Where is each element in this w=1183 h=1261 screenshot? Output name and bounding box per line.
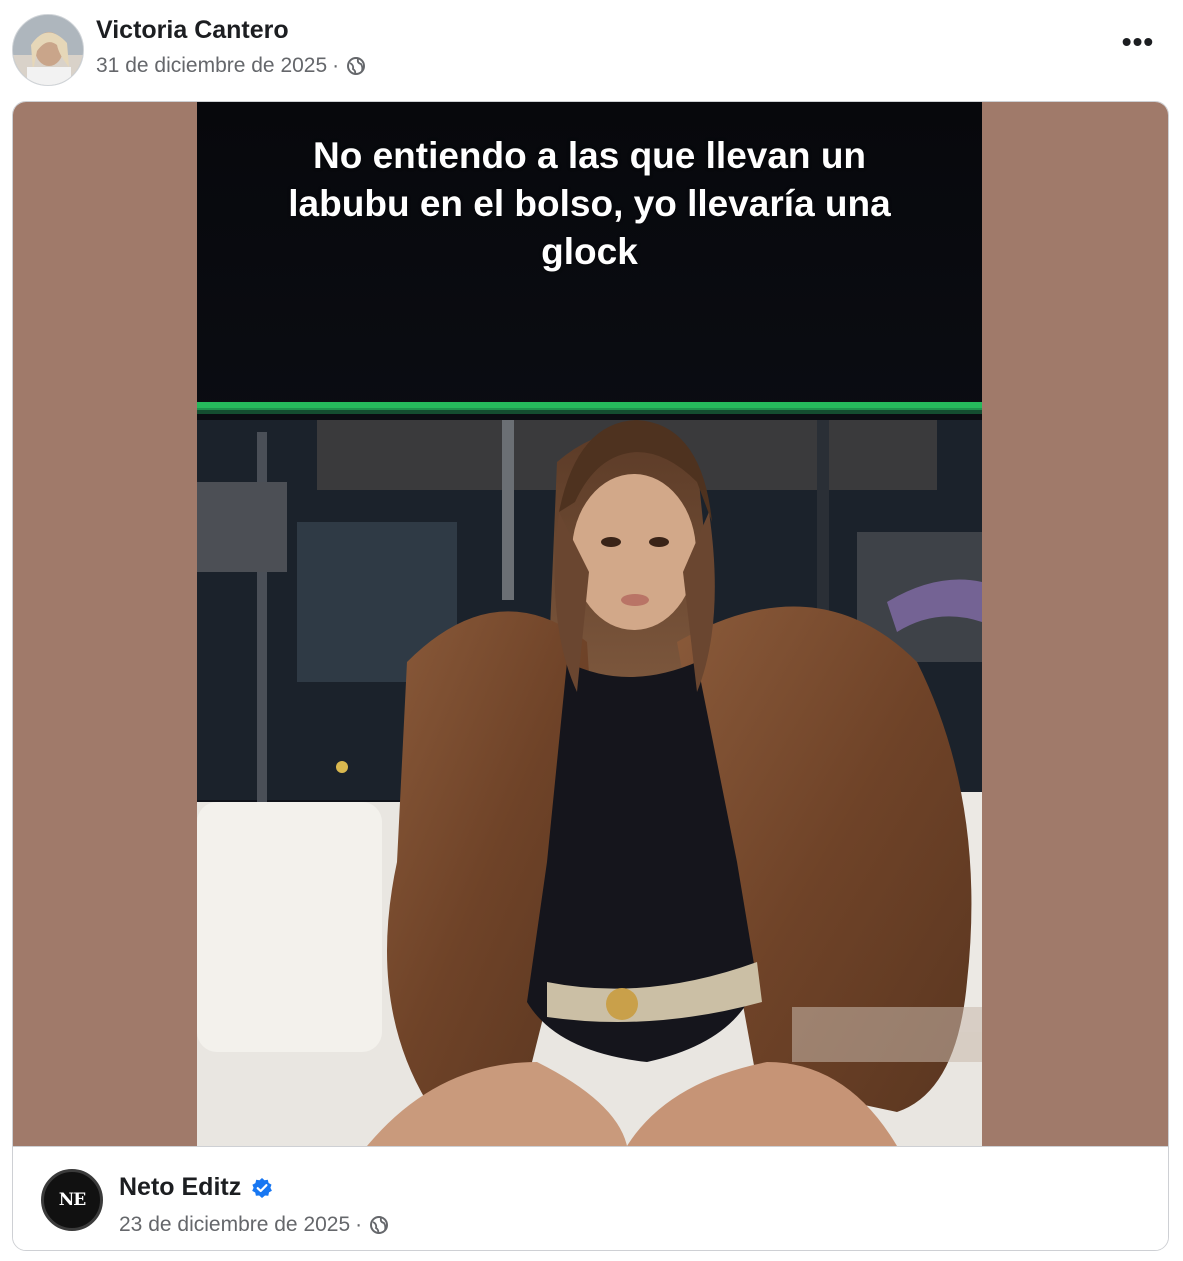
meta-separator: · (355, 1213, 363, 1236)
author-name[interactable]: Victoria Cantero (96, 16, 289, 45)
shared-post-date[interactable]: 23 de diciembre de 2025 (119, 1213, 350, 1237)
video-media[interactable]: No entiendo a las que llevan un labubu e… (13, 102, 1168, 1146)
page-name-row: Neto Editz (119, 1173, 273, 1202)
page-name[interactable]: Neto Editz (119, 1173, 241, 1202)
verified-badge-icon (252, 1177, 273, 1198)
video-frame[interactable]: No entiendo a las que llevan un labubu e… (197, 102, 982, 1146)
more-options-button[interactable]: ••• (1118, 26, 1158, 66)
shared-post-footer: NE Neto Editz 23 de diciembre de 2025 · (13, 1146, 1168, 1250)
globe-icon (370, 1216, 389, 1234)
post-date[interactable]: 31 de diciembre de 2025 (96, 54, 327, 78)
post-header: Victoria Cantero 31 de diciembre de 2025… (0, 0, 1183, 100)
author-avatar[interactable] (12, 14, 84, 86)
page-avatar-text: NE (58, 1190, 86, 1210)
post-meta: 31 de diciembre de 2025 · (96, 54, 366, 78)
shared-post-card[interactable]: No entiendo a las que llevan un labubu e… (12, 101, 1169, 1251)
meta-separator: · (332, 54, 340, 77)
globe-icon (347, 57, 366, 75)
shared-post-meta: 23 de diciembre de 2025 · (119, 1213, 389, 1237)
page-avatar[interactable]: NE (41, 1169, 103, 1231)
video-caption: No entiendo a las que llevan un labubu e… (288, 135, 891, 272)
